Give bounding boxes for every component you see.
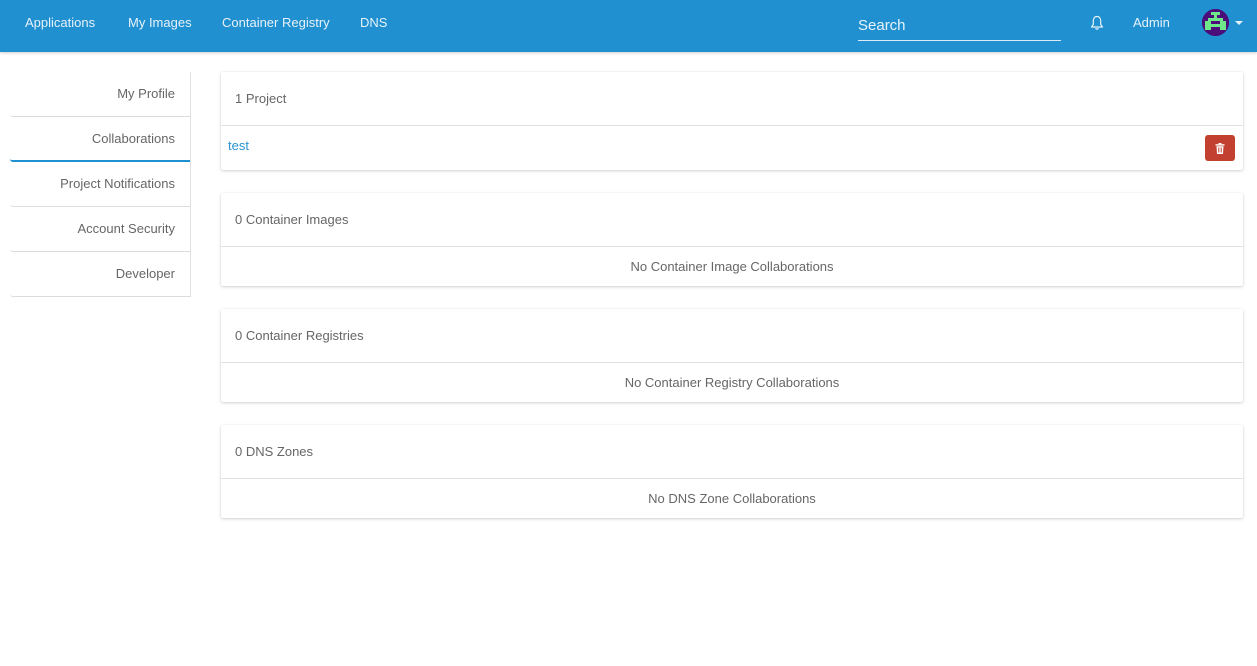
search-input[interactable] (858, 10, 1061, 40)
bell-icon[interactable] (1090, 15, 1104, 31)
dns-zones-card-title: 0 DNS Zones (221, 425, 1243, 479)
container-registries-card-title: 0 Container Registries (221, 309, 1243, 363)
nav-container-registry[interactable]: Container Registry (222, 15, 330, 30)
dns-zones-card: 0 DNS Zones No DNS Zone Collaborations (221, 425, 1243, 518)
user-menu-label[interactable]: Admin (1133, 15, 1170, 30)
trash-icon (1215, 142, 1225, 154)
sidebar-item-developer[interactable]: Developer (10, 252, 190, 297)
identicon-icon (1202, 9, 1229, 36)
container-images-empty-message: No Container Image Collaborations (630, 259, 834, 274)
settings-sidebar: My Profile Collaborations Project Notifi… (10, 72, 191, 297)
sidebar-item-my-profile[interactable]: My Profile (10, 72, 190, 117)
sidebar-item-account-security[interactable]: Account Security (10, 207, 190, 252)
caret-down-icon[interactable] (1235, 21, 1243, 25)
dns-zones-empty-message: No DNS Zone Collaborations (648, 491, 816, 506)
container-images-card-title: 0 Container Images (221, 193, 1243, 247)
project-row: test (221, 126, 1243, 170)
projects-card: 1 Project test (221, 72, 1243, 170)
container-registries-card: 0 Container Registries No Container Regi… (221, 309, 1243, 402)
delete-project-button[interactable] (1205, 135, 1235, 161)
nav-dns[interactable]: DNS (360, 15, 387, 30)
container-images-card: 0 Container Images No Container Image Co… (221, 193, 1243, 286)
sidebar-item-collaborations[interactable]: Collaborations (10, 117, 190, 162)
nav-applications[interactable]: Applications (25, 15, 95, 30)
project-link[interactable]: test (228, 138, 249, 153)
avatar[interactable] (1202, 9, 1229, 36)
top-navbar: Applications My Images Container Registr… (0, 0, 1257, 52)
search-field (858, 10, 1061, 41)
container-registries-empty-message: No Container Registry Collaborations (624, 375, 840, 390)
projects-card-title: 1 Project (221, 72, 1243, 126)
sidebar-item-project-notifications[interactable]: Project Notifications (10, 162, 190, 207)
nav-my-images[interactable]: My Images (128, 15, 192, 30)
